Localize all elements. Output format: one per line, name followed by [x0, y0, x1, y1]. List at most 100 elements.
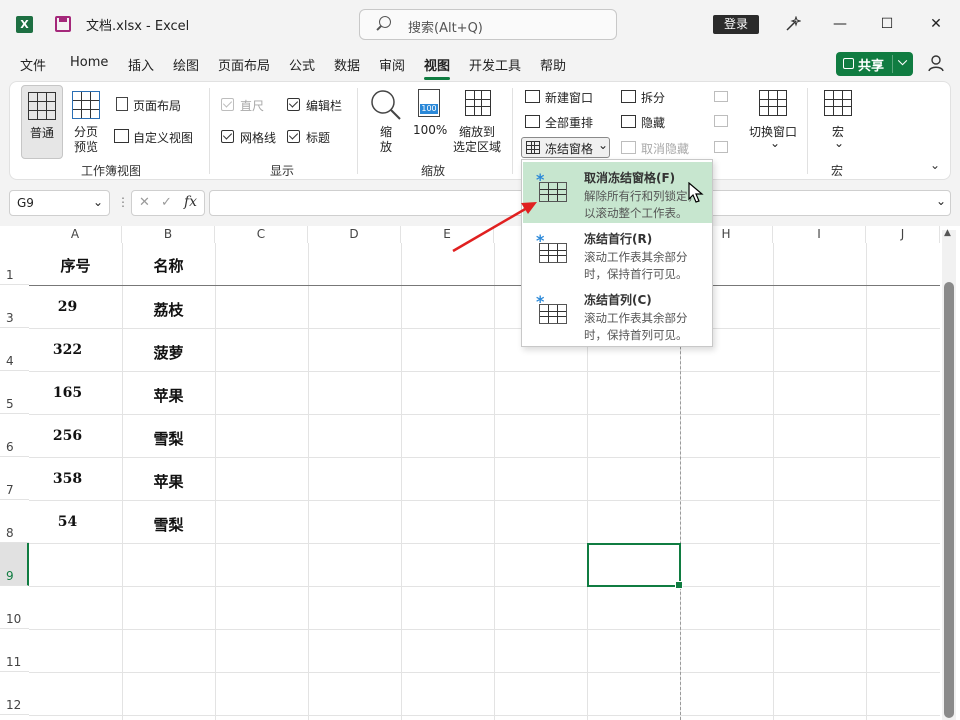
- new-window-button[interactable]: 新建窗口: [545, 89, 593, 106]
- row-header-12[interactable]: 12: [0, 672, 29, 715]
- split-icon[interactable]: [621, 90, 636, 103]
- data-cell[interactable]: 256: [21, 428, 114, 444]
- more-options-icon[interactable]: ⋮: [117, 195, 129, 209]
- data-cell[interactable]: 雪梨: [122, 514, 215, 535]
- tab-view[interactable]: 视图: [424, 55, 451, 80]
- header-cell[interactable]: 名称: [122, 255, 215, 276]
- data-cell[interactable]: 358: [21, 471, 114, 487]
- gridline-vertical: [401, 243, 402, 720]
- macros-icon[interactable]: [824, 90, 852, 116]
- custom-views-button[interactable]: 自定义视图: [133, 129, 193, 146]
- data-cell[interactable]: 苹果: [122, 385, 215, 406]
- ribbon-expand-icon[interactable]: ⌄: [930, 158, 940, 172]
- share-button[interactable]: 共享 ⌵: [836, 52, 913, 76]
- tab-home[interactable]: Home: [70, 55, 108, 70]
- page-break-preview-label-2[interactable]: 预览: [74, 138, 98, 155]
- data-cell[interactable]: 54: [21, 514, 114, 530]
- enter-icon[interactable]: ✓: [161, 195, 172, 210]
- freeze-panes-button[interactable]: 冻结窗格 ⌄: [521, 137, 610, 158]
- tab-developer[interactable]: 开发工具: [469, 55, 521, 74]
- formula-bar-label[interactable]: 编辑栏: [306, 97, 342, 114]
- column-header-d[interactable]: D: [308, 226, 401, 243]
- tab-page-layout[interactable]: 页面布局: [218, 55, 270, 74]
- data-cell[interactable]: 荔枝: [122, 299, 215, 320]
- column-header-j[interactable]: J: [866, 226, 940, 243]
- chevron-down-icon[interactable]: ⌵: [898, 54, 907, 69]
- minimize-button[interactable]: —: [828, 12, 852, 36]
- tab-formulas[interactable]: 公式: [289, 55, 315, 74]
- save-icon[interactable]: [55, 16, 71, 32]
- headings-checkbox[interactable]: [287, 130, 300, 143]
- data-cell[interactable]: 165: [21, 385, 114, 401]
- zoom-to-selection-label-2[interactable]: 选定区域: [453, 138, 501, 155]
- close-button[interactable]: ✕: [924, 12, 948, 36]
- tab-data[interactable]: 数据: [334, 55, 360, 74]
- hide-button[interactable]: 隐藏: [641, 114, 665, 131]
- zoom-label-2[interactable]: 放: [380, 138, 392, 155]
- normal-view-button[interactable]: 普通: [21, 85, 63, 159]
- page-layout-icon[interactable]: [116, 97, 128, 111]
- gridlines-checkbox[interactable]: [221, 130, 234, 143]
- arrange-all-button[interactable]: 全部重排: [545, 114, 593, 131]
- tab-help[interactable]: 帮助: [540, 55, 566, 74]
- freeze-first-column-item[interactable]: * 冻结首列(C) 滚动工作表其余部分时，保持首列可见。: [523, 284, 712, 345]
- column-header-a[interactable]: A: [29, 226, 122, 243]
- insert-function-icon[interactable]: fx: [184, 194, 197, 210]
- column-header-b[interactable]: B: [122, 226, 215, 243]
- select-all-corner[interactable]: [0, 226, 29, 243]
- chevron-down-icon[interactable]: ⌄: [770, 136, 780, 150]
- freeze-panes-menu: * 取消冻结窗格(F) 解除所有行和列锁定，以滚动整个工作表。 * 冻结首行(R…: [521, 159, 713, 347]
- headings-label[interactable]: 标题: [306, 129, 330, 146]
- data-cell[interactable]: 菠萝: [122, 342, 215, 363]
- header-cell[interactable]: 序号: [29, 255, 122, 276]
- cancel-icon[interactable]: ✕: [139, 195, 150, 210]
- row-header-1[interactable]: 1: [0, 243, 29, 285]
- maximize-button[interactable]: ☐: [875, 12, 899, 36]
- split-button[interactable]: 拆分: [641, 89, 665, 106]
- synchronous-scroll-icon: [714, 115, 728, 127]
- selected-cell-g9[interactable]: [587, 543, 683, 589]
- worksheet[interactable]: ABCDEFGHIJ13456789101112序号名称29荔枝322菠萝165…: [0, 226, 960, 720]
- tab-review[interactable]: 审阅: [379, 55, 405, 74]
- page-break-preview-icon[interactable]: [72, 91, 100, 119]
- search-box[interactable]: 搜索(Alt+Q): [359, 9, 617, 40]
- switch-windows-icon[interactable]: [759, 90, 787, 116]
- row-header-9[interactable]: 9: [0, 543, 29, 586]
- formula-bar-checkbox[interactable]: [287, 98, 300, 111]
- zoom-100-icon[interactable]: 100: [418, 89, 440, 117]
- tab-draw[interactable]: 绘图: [173, 55, 199, 74]
- vertical-scrollbar[interactable]: ▲: [942, 228, 956, 720]
- custom-views-icon[interactable]: [114, 129, 129, 143]
- magic-wand-icon[interactable]: [785, 16, 801, 32]
- row-header-11[interactable]: 11: [0, 629, 29, 672]
- chevron-down-icon[interactable]: ⌄: [93, 195, 103, 209]
- page-layout-button[interactable]: 页面布局: [133, 97, 181, 114]
- column-header-c[interactable]: C: [215, 226, 308, 243]
- scroll-up-icon[interactable]: ▲: [944, 228, 951, 238]
- scrollbar-thumb[interactable]: [944, 282, 954, 718]
- new-window-icon[interactable]: [525, 90, 540, 103]
- row-header-10[interactable]: 10: [0, 586, 29, 629]
- zoom-100-button[interactable]: 100%: [413, 123, 447, 137]
- data-cell[interactable]: 322: [21, 342, 114, 358]
- gridlines-label[interactable]: 网格线: [240, 129, 276, 146]
- freeze-top-row-item[interactable]: * 冻结首行(R) 滚动工作表其余部分时，保持首行可见。: [523, 223, 712, 284]
- name-box[interactable]: G9 ⌄: [9, 190, 110, 216]
- chevron-down-icon[interactable]: ⌄: [936, 194, 946, 208]
- hide-icon[interactable]: [621, 115, 636, 128]
- login-button[interactable]: 登录: [713, 15, 759, 34]
- ribbon-divider: [512, 88, 513, 174]
- tab-file[interactable]: 文件: [20, 55, 46, 74]
- chevron-down-icon[interactable]: ⌄: [834, 136, 844, 150]
- unfreeze-panes-item[interactable]: * 取消冻结窗格(F) 解除所有行和列锁定，以滚动整个工作表。: [523, 162, 712, 223]
- data-cell[interactable]: 29: [21, 299, 114, 315]
- tab-insert[interactable]: 插入: [128, 55, 154, 74]
- data-cell[interactable]: 苹果: [122, 471, 215, 492]
- zoom-to-selection-icon[interactable]: [465, 90, 491, 116]
- data-cell[interactable]: 雪梨: [122, 428, 215, 449]
- column-header-e[interactable]: E: [401, 226, 494, 243]
- column-header-i[interactable]: I: [773, 226, 866, 243]
- arrange-all-icon[interactable]: [525, 115, 540, 128]
- zoom-magnifier-icon[interactable]: [369, 88, 403, 122]
- comments-icon[interactable]: [927, 54, 945, 72]
